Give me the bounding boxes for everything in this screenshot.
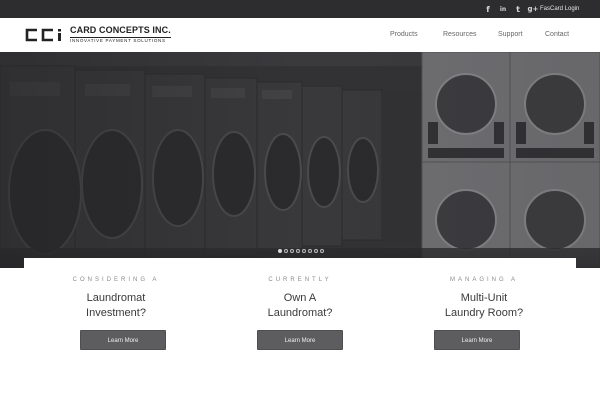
learn-more-button[interactable]: Learn More	[434, 330, 520, 350]
card-eyebrow: CURRENTLY	[268, 277, 332, 283]
feature-cards: CONSIDERING A Laundromat Investment? Lea…	[24, 258, 576, 400]
card-headline-line: Investment?	[86, 307, 146, 319]
slider-dot[interactable]	[278, 249, 282, 253]
card-headline-line: Laundromat?	[267, 307, 333, 319]
nav-contact[interactable]: Contact	[545, 18, 569, 52]
card-headline-line: Laundry Room?	[444, 307, 524, 319]
slider-dot[interactable]	[302, 249, 306, 253]
card-headline: Laundromat Investment?	[24, 291, 208, 321]
facebook-icon[interactable]: f	[482, 3, 494, 15]
slider-pagination	[278, 249, 326, 253]
social-links: f in t g+	[480, 0, 539, 18]
slider-dot[interactable]	[296, 249, 300, 253]
brand-name: CARD CONCEPTS INC.	[70, 25, 171, 36]
card-eyebrow: CONSIDERING A	[72, 277, 160, 283]
linkedin-icon[interactable]: in	[497, 3, 509, 15]
google-plus-icon[interactable]: g+	[527, 3, 539, 15]
learn-more-button[interactable]: Learn More	[257, 330, 343, 350]
card-own-laundromat: CURRENTLY Own A Laundromat? Learn More	[208, 258, 392, 400]
brand-text: CARD CONCEPTS INC. INNOVATIVE PAYMENT SO…	[70, 26, 171, 44]
card-headline: Own A Laundromat?	[208, 291, 392, 321]
hero-slider	[0, 52, 600, 268]
twitter-icon[interactable]: t	[512, 3, 524, 15]
cci-logo-mark-icon	[25, 28, 61, 42]
card-headline: Multi-Unit Laundry Room?	[392, 291, 576, 321]
fascard-login-link[interactable]: FasCard Login	[540, 0, 579, 18]
page: f in t g+ FasCard Login CARD CONCEPTS IN…	[0, 0, 600, 400]
slider-dot[interactable]	[284, 249, 288, 253]
card-headline-line: Own A	[283, 292, 317, 304]
slider-dot[interactable]	[290, 249, 294, 253]
learn-more-button[interactable]: Learn More	[80, 330, 166, 350]
site-header: CARD CONCEPTS INC. INNOVATIVE PAYMENT SO…	[0, 18, 600, 52]
nav-products[interactable]: Products	[390, 18, 418, 52]
slider-dot[interactable]	[314, 249, 318, 253]
card-multi-unit-laundry: MANAGING A Multi-Unit Laundry Room? Lear…	[392, 258, 576, 400]
slider-dot[interactable]	[320, 249, 324, 253]
slider-dot[interactable]	[308, 249, 312, 253]
card-headline-line: Laundromat	[86, 292, 146, 304]
brand-tagline: INNOVATIVE PAYMENT SOLUTIONS	[70, 37, 171, 44]
brand-logo[interactable]: CARD CONCEPTS INC. INNOVATIVE PAYMENT SO…	[24, 26, 171, 44]
top-utility-bar: f in t g+ FasCard Login	[0, 0, 600, 18]
nav-support[interactable]: Support	[498, 18, 523, 52]
card-laundromat-investment: CONSIDERING A Laundromat Investment? Lea…	[24, 258, 208, 400]
nav-resources[interactable]: Resources	[443, 18, 476, 52]
card-headline-line: Multi-Unit	[460, 292, 508, 304]
card-eyebrow: MANAGING A	[449, 277, 518, 283]
laundromat-hero-image	[0, 52, 600, 268]
